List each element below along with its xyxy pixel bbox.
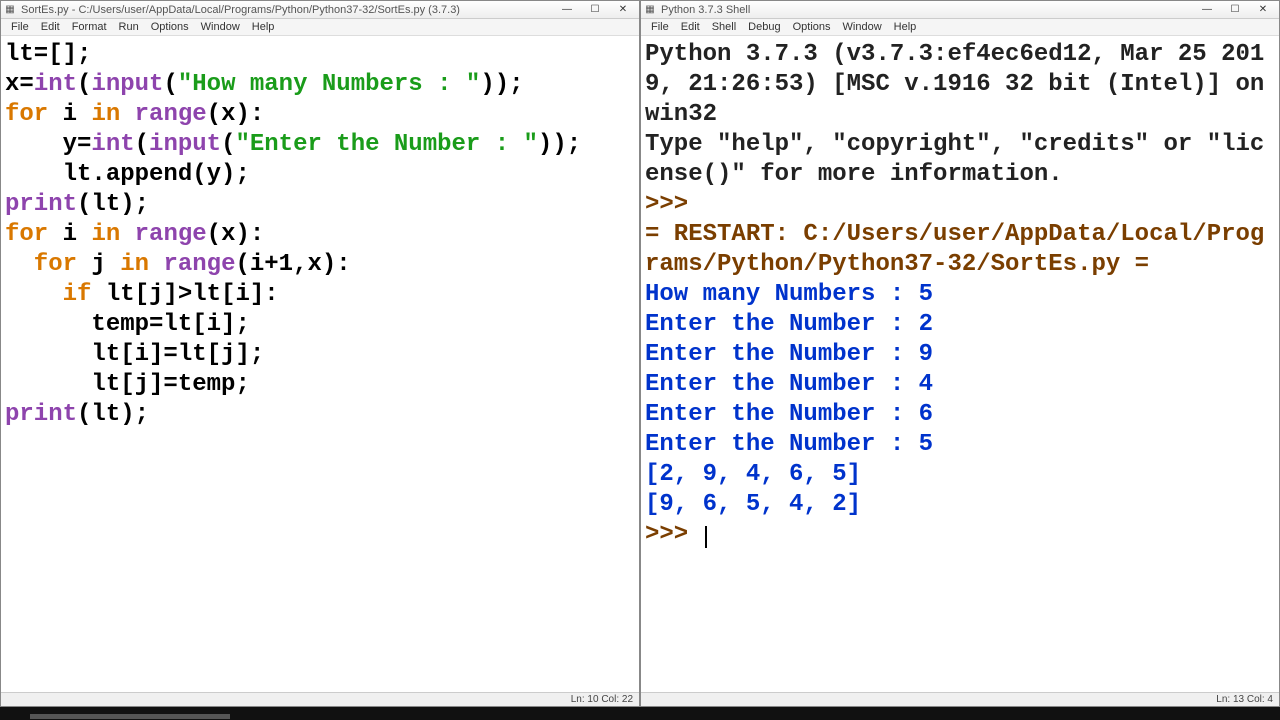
menu-edit[interactable]: Edit	[35, 21, 66, 33]
shell-banner2: Type "help", "copyright", "credits" or "…	[645, 131, 1264, 188]
window-controls: — ☐ ✕	[553, 2, 637, 18]
menu-file[interactable]: File	[5, 21, 35, 33]
menu-options[interactable]: Options	[787, 21, 837, 33]
shell-io: Enter the Number : 2	[645, 311, 933, 338]
taskbar-item[interactable]	[30, 714, 230, 719]
shell-io: [2, 9, 4, 6, 5]	[645, 461, 861, 488]
shell-banner: Python 3.7.3 (v3.7.3:ef4ec6ed12, Mar 25 …	[645, 41, 1264, 128]
close-button[interactable]: ✕	[609, 2, 637, 18]
menu-format[interactable]: Format	[66, 21, 113, 33]
shell-window: ▦ Python 3.7.3 Shell — ☐ ✕ File Edit She…	[640, 0, 1280, 707]
editor-title: SortEs.py - C:/Users/user/AppData/Local/…	[21, 4, 553, 16]
menu-options[interactable]: Options	[145, 21, 195, 33]
menu-file[interactable]: File	[645, 21, 675, 33]
menu-shell[interactable]: Shell	[706, 21, 742, 33]
maximize-button[interactable]: ☐	[581, 2, 609, 18]
shell-io: Enter the Number : 4	[645, 371, 933, 398]
menu-run[interactable]: Run	[113, 21, 145, 33]
code-editor[interactable]: lt=[]; x=int(input("How many Numbers : "…	[1, 36, 639, 692]
python-file-icon: ▦	[3, 3, 17, 17]
shell-cursor-pos: Ln: 13 Col: 4	[1216, 694, 1273, 705]
menu-edit[interactable]: Edit	[675, 21, 706, 33]
shell-statusbar: Ln: 13 Col: 4	[641, 692, 1279, 706]
shell-prompt: >>>	[645, 191, 688, 218]
editor-statusbar: Ln: 10 Col: 22	[1, 692, 639, 706]
shell-io: Enter the Number : 9	[645, 341, 933, 368]
shell-output[interactable]: Python 3.7.3 (v3.7.3:ef4ec6ed12, Mar 25 …	[641, 36, 1279, 692]
shell-title: Python 3.7.3 Shell	[661, 4, 1193, 16]
shell-menubar: File Edit Shell Debug Options Window Hel…	[641, 19, 1279, 36]
python-shell-icon: ▦	[643, 3, 657, 17]
menu-window[interactable]: Window	[195, 21, 246, 33]
shell-io: Enter the Number : 5	[645, 431, 933, 458]
menu-window[interactable]: Window	[837, 21, 888, 33]
shell-io: How many Numbers : 5	[645, 281, 933, 308]
shell-titlebar[interactable]: ▦ Python 3.7.3 Shell — ☐ ✕	[641, 1, 1279, 19]
shell-restart: = RESTART: C:/Users/user/AppData/Local/P…	[645, 221, 1264, 278]
menu-help[interactable]: Help	[246, 21, 281, 33]
shell-io: [9, 6, 5, 4, 2]	[645, 491, 861, 518]
editor-cursor-pos: Ln: 10 Col: 22	[571, 694, 633, 705]
shell-io: Enter the Number : 6	[645, 401, 933, 428]
shell-prompt[interactable]: >>>	[645, 521, 703, 548]
maximize-button[interactable]: ☐	[1221, 2, 1249, 18]
editor-menubar: File Edit Format Run Options Window Help	[1, 19, 639, 36]
taskbar[interactable]	[0, 707, 1280, 720]
minimize-button[interactable]: —	[1193, 2, 1221, 18]
menu-debug[interactable]: Debug	[742, 21, 786, 33]
minimize-button[interactable]: —	[553, 2, 581, 18]
editor-window: ▦ SortEs.py - C:/Users/user/AppData/Loca…	[0, 0, 640, 707]
window-controls: — ☐ ✕	[1193, 2, 1277, 18]
cursor-icon	[705, 526, 707, 548]
close-button[interactable]: ✕	[1249, 2, 1277, 18]
editor-titlebar[interactable]: ▦ SortEs.py - C:/Users/user/AppData/Loca…	[1, 1, 639, 19]
menu-help[interactable]: Help	[888, 21, 923, 33]
